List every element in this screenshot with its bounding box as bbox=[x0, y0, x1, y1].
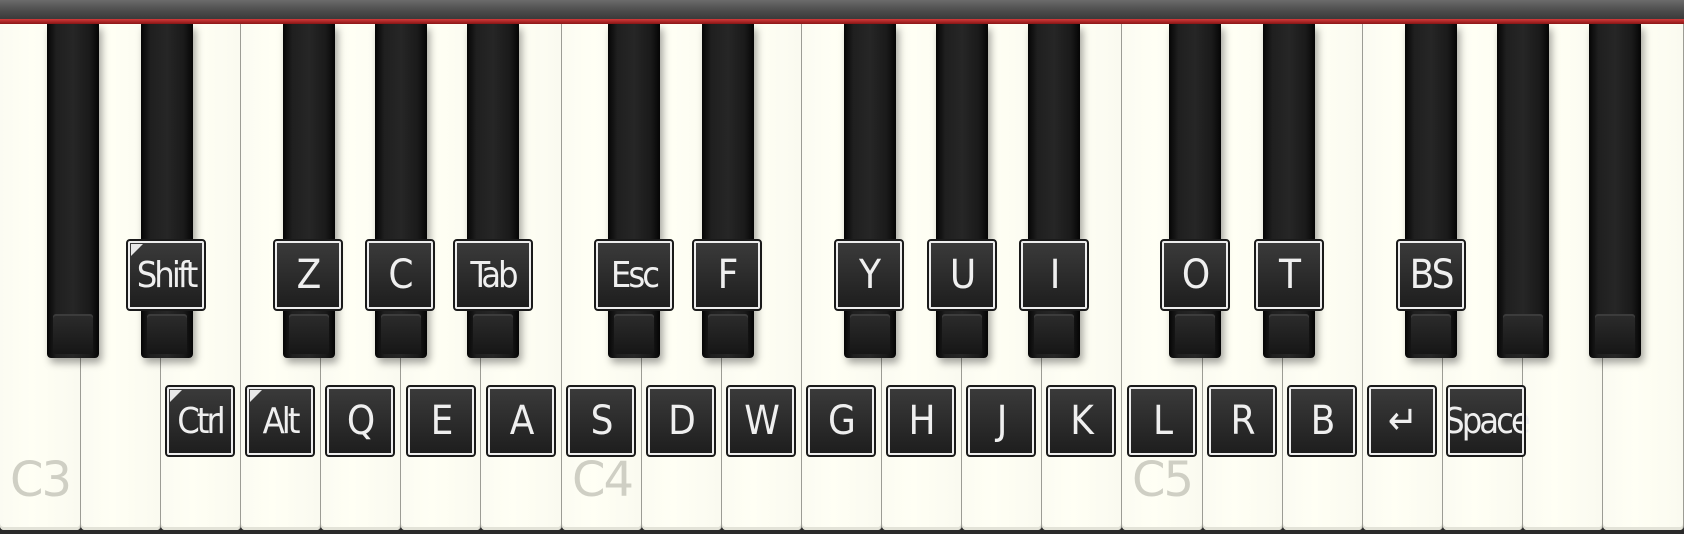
key-label-g: G bbox=[806, 385, 876, 457]
key-label-t: T bbox=[1254, 239, 1324, 311]
key-label-enter: ↵ bbox=[1367, 385, 1437, 457]
black-key-as5[interactable] bbox=[1589, 24, 1641, 358]
key-label-j: J bbox=[966, 385, 1036, 457]
octave-label-c3: C3 bbox=[10, 452, 72, 508]
key-label-z: Z bbox=[273, 239, 343, 311]
octave-label-c4: C4 bbox=[572, 452, 634, 508]
key-label-alt: Alt bbox=[245, 385, 315, 457]
key-label-i: I bbox=[1019, 239, 1089, 311]
key-label-o: O bbox=[1160, 239, 1230, 311]
key-label-c: C bbox=[365, 239, 435, 311]
key-label-y: Y bbox=[834, 239, 904, 311]
key-label-e: E bbox=[406, 385, 476, 457]
octave-label-c5: C5 bbox=[1132, 452, 1194, 508]
key-label-esc: Esc bbox=[594, 239, 674, 311]
black-key-cs3[interactable] bbox=[47, 24, 99, 358]
key-label-bs: BS bbox=[1396, 239, 1466, 311]
key-label-f: F bbox=[692, 239, 762, 311]
key-label-w: W bbox=[726, 385, 796, 457]
key-label-q: Q bbox=[325, 385, 395, 457]
piano-keyboard: C3 C4 C5 Shift Z C Tab Esc F Y U I O T B… bbox=[0, 0, 1684, 534]
key-label-d: D bbox=[646, 385, 716, 457]
key-label-ctrl: Ctrl bbox=[165, 385, 235, 457]
key-label-u: U bbox=[927, 239, 997, 311]
key-label-r: R bbox=[1207, 385, 1277, 457]
top-bar bbox=[0, 0, 1684, 19]
key-label-k: K bbox=[1046, 385, 1116, 457]
key-label-h: H bbox=[886, 385, 956, 457]
key-label-space: Space bbox=[1444, 385, 1531, 457]
key-label-b: B bbox=[1287, 385, 1357, 457]
key-label-shift: Shift bbox=[126, 239, 206, 311]
key-label-l: L bbox=[1127, 385, 1197, 457]
key-label-a: A bbox=[486, 385, 556, 457]
key-label-s: S bbox=[566, 385, 636, 457]
key-label-tab: Tab bbox=[453, 239, 533, 311]
black-key-gs5[interactable] bbox=[1497, 24, 1549, 358]
